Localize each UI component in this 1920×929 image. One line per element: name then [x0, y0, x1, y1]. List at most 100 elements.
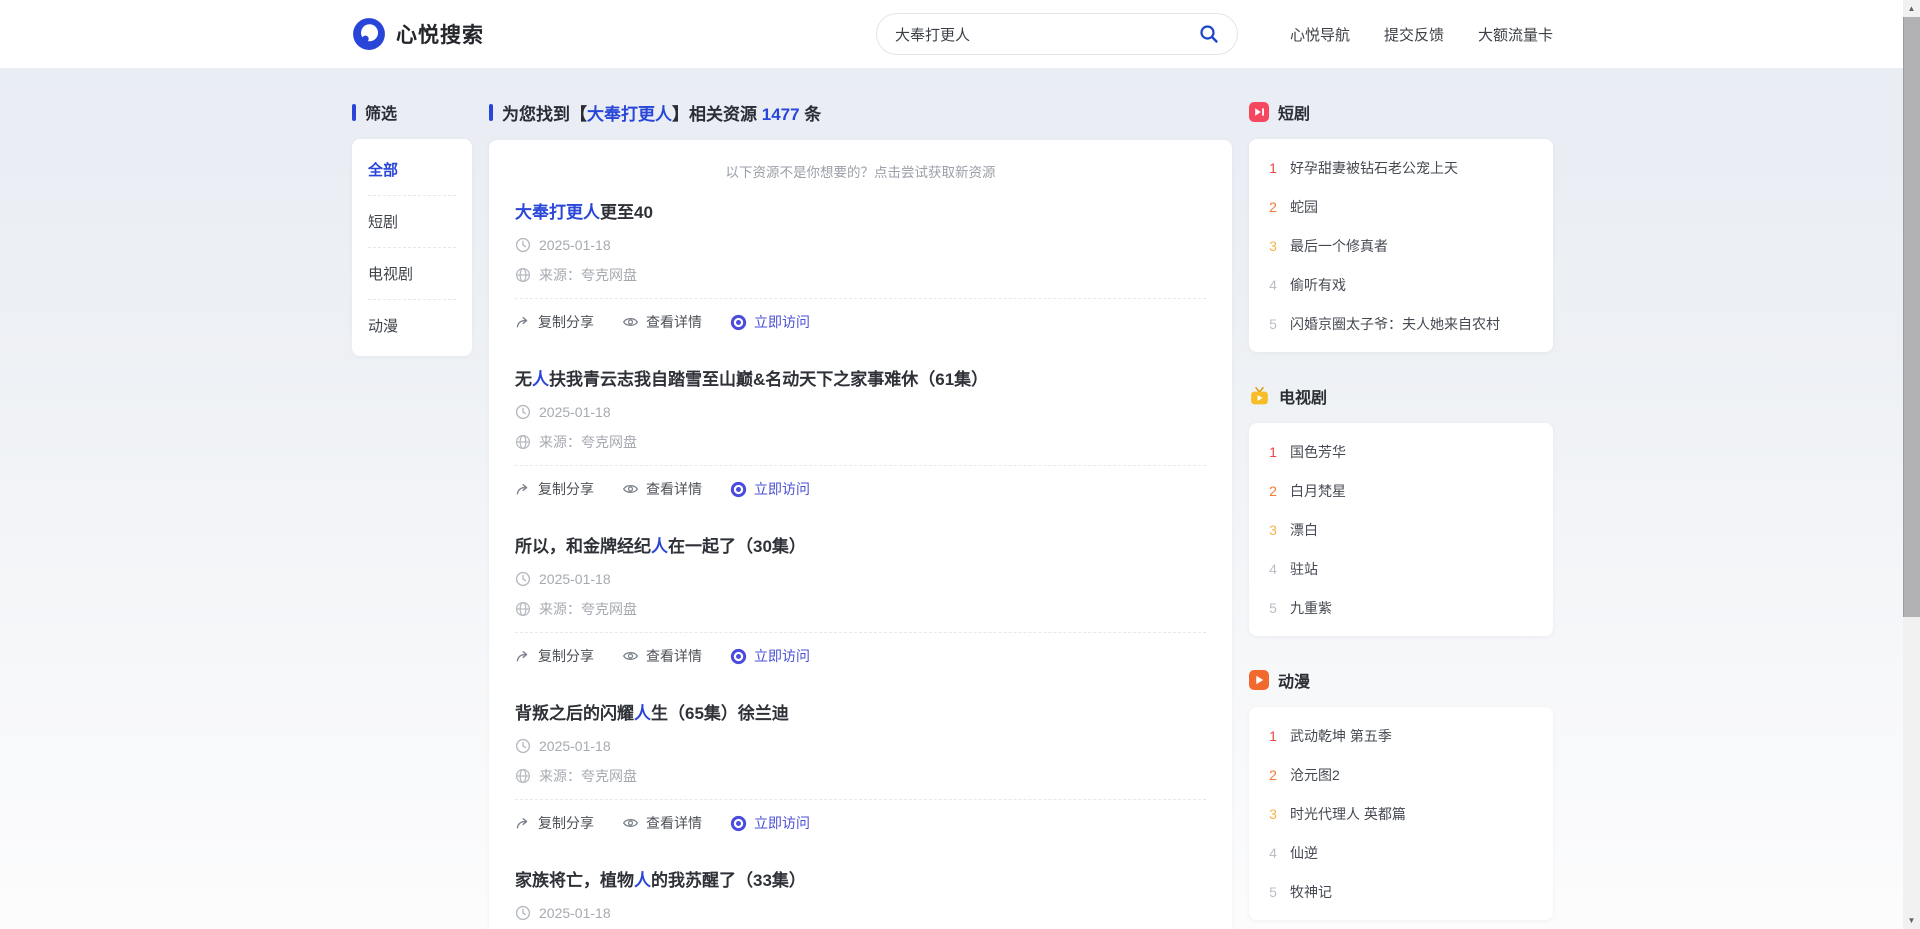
- rank-number: 2: [1267, 483, 1279, 499]
- ranking-item[interactable]: 2 沧元图2: [1267, 755, 1535, 794]
- ranking-section-title: 短剧: [1249, 100, 1553, 124]
- ranking-item-title: 白月梵星: [1290, 481, 1346, 501]
- filter-item[interactable]: 动漫: [368, 299, 456, 351]
- copy-share-button[interactable]: 复制分享: [515, 312, 594, 332]
- result-title[interactable]: 家族将亡，植物人的我苏醒了（33集）: [515, 869, 1206, 893]
- eye-icon: [622, 314, 639, 330]
- brand-logo[interactable]: 心悦搜索: [352, 17, 484, 51]
- copy-share-button[interactable]: 复制分享: [515, 813, 594, 833]
- results-heading-keyword: 大奉打更人: [587, 105, 672, 124]
- view-details-button[interactable]: 查看详情: [622, 479, 702, 499]
- result-actions: 复制分享 查看详情 立即访问: [515, 799, 1206, 833]
- ranking-list: 1 好孕甜妻被钻石老公宠上天 2 蛇园 3 最后一个修真者 4 偷听有戏 5 闪…: [1249, 139, 1553, 352]
- result-title[interactable]: 无人扶我青云志我自踏雪至山巅&名动天下之家事难休（61集）: [515, 368, 1206, 392]
- ranking-section-title: 动漫: [1249, 668, 1553, 692]
- search-bar: [876, 13, 1238, 55]
- ranking-item[interactable]: 4 驻站: [1267, 549, 1535, 588]
- view-details-button[interactable]: 查看详情: [622, 813, 702, 833]
- ranking-item-title: 好孕甜妻被钻石老公宠上天: [1290, 158, 1458, 178]
- filter-item[interactable]: 电视剧: [368, 247, 456, 299]
- eye-icon: [622, 815, 639, 831]
- header: 心悦搜索 心悦导航 提交反馈 大额流量卡: [0, 0, 1920, 68]
- ranking-item-title: 偷听有戏: [1290, 275, 1346, 295]
- result-date: 2025-01-18: [515, 905, 1206, 921]
- search-button[interactable]: [1195, 20, 1223, 48]
- ranking-section-short-drama: 短剧 1 好孕甜妻被钻石老公宠上天 2 蛇园 3 最后一个修真者 4 偷听有戏 …: [1249, 100, 1553, 352]
- scroll-down-arrow[interactable]: ▼: [1903, 912, 1920, 929]
- search-input[interactable]: [895, 26, 1195, 43]
- nav-link-feedback[interactable]: 提交反馈: [1384, 24, 1444, 45]
- ranking-item[interactable]: 2 白月梵星: [1267, 471, 1535, 510]
- filter-item[interactable]: 全部: [368, 144, 456, 195]
- visit-now-button[interactable]: 立即访问: [730, 646, 810, 666]
- rank-number: 4: [1267, 277, 1279, 293]
- nav-link-navigation[interactable]: 心悦导航: [1290, 24, 1350, 45]
- quark-circle-icon: [730, 648, 747, 665]
- ranking-item[interactable]: 1 武动乾坤 第五季: [1267, 716, 1535, 755]
- result-actions: 复制分享 查看详情 立即访问: [515, 298, 1206, 332]
- results-count: 1477: [762, 105, 800, 124]
- result-item: 背叛之后的闪耀人生（65集）徐兰迪 2025-01-18 来源：夸克网盘: [515, 684, 1206, 851]
- nav-link-data-card[interactable]: 大额流量卡: [1478, 24, 1553, 45]
- ranking-item[interactable]: 1 国色芳华: [1267, 432, 1535, 471]
- rankings-column: 短剧 1 好孕甜妻被钻石老公宠上天 2 蛇园 3 最后一个修真者 4 偷听有戏 …: [1249, 68, 1553, 929]
- filter-column: 筛选 全部短剧电视剧动漫: [352, 68, 472, 929]
- scroll-up-arrow[interactable]: ▲: [1903, 0, 1920, 17]
- rank-number: 2: [1267, 767, 1279, 783]
- ranking-item[interactable]: 1 好孕甜妻被钻石老公宠上天: [1267, 148, 1535, 187]
- result-title[interactable]: 背叛之后的闪耀人生（65集）徐兰迪: [515, 702, 1206, 726]
- ranking-item[interactable]: 3 最后一个修真者: [1267, 226, 1535, 265]
- globe-icon: [515, 768, 531, 784]
- copy-share-button[interactable]: 复制分享: [515, 646, 594, 666]
- result-date: 2025-01-18: [515, 237, 1206, 253]
- ranking-item[interactable]: 3 时光代理人 英都篇: [1267, 794, 1535, 833]
- copy-share-button[interactable]: 复制分享: [515, 479, 594, 499]
- ranking-item[interactable]: 5 九重紫: [1267, 588, 1535, 627]
- ranking-item[interactable]: 2 蛇园: [1267, 187, 1535, 226]
- ranking-item[interactable]: 5 闪婚京圈太子爷：夫人她来自农村: [1267, 304, 1535, 343]
- globe-icon: [515, 434, 531, 450]
- rank-number: 4: [1267, 561, 1279, 577]
- share-icon: [515, 815, 531, 831]
- rank-number: 1: [1267, 160, 1279, 176]
- rank-number: 5: [1267, 884, 1279, 900]
- rank-number: 5: [1267, 316, 1279, 332]
- results-card: 以下资源不是你想要的？点击尝试获取新资源 大奉打更人更至40 2025-01-1…: [489, 140, 1232, 929]
- quark-circle-icon: [730, 314, 747, 331]
- ranking-item[interactable]: 4 仙逆: [1267, 833, 1535, 872]
- rank-number: 2: [1267, 199, 1279, 215]
- ranking-item-title: 国色芳华: [1290, 442, 1346, 462]
- visit-now-button[interactable]: 立即访问: [730, 312, 810, 332]
- result-actions: 复制分享 查看详情 立即访问: [515, 465, 1206, 499]
- view-details-button[interactable]: 查看详情: [622, 312, 702, 332]
- result-item: 所以，和金牌经纪人在一起了（30集） 2025-01-18 来源：夸克网盘: [515, 517, 1206, 684]
- refresh-resources-link[interactable]: 以下资源不是你想要的？点击尝试获取新资源: [515, 144, 1206, 183]
- ranking-item-title: 蛇园: [1290, 197, 1318, 217]
- view-details-button[interactable]: 查看详情: [622, 646, 702, 666]
- anime-icon: [1249, 670, 1269, 690]
- result-title[interactable]: 大奉打更人更至40: [515, 201, 1206, 225]
- search-icon: [1198, 23, 1220, 45]
- ranking-item-title: 九重紫: [1290, 598, 1332, 618]
- ranking-item[interactable]: 4 偷听有戏: [1267, 265, 1535, 304]
- brand-logo-icon: [352, 17, 386, 51]
- filter-item[interactable]: 短剧: [368, 195, 456, 247]
- ranking-item-title: 沧元图2: [1290, 765, 1340, 785]
- ranking-item[interactable]: 3 漂白: [1267, 510, 1535, 549]
- visit-now-button[interactable]: 立即访问: [730, 479, 810, 499]
- rank-number: 1: [1267, 444, 1279, 460]
- quark-circle-icon: [730, 815, 747, 832]
- result-list: 大奉打更人更至40 2025-01-18 来源：夸克网盘 复制分享: [515, 183, 1206, 929]
- result-title[interactable]: 所以，和金牌经纪人在一起了（30集）: [515, 535, 1206, 559]
- result-date: 2025-01-18: [515, 571, 1206, 587]
- clock-icon: [515, 738, 531, 754]
- result-source: 来源：夸克网盘: [515, 432, 1206, 452]
- clock-icon: [515, 905, 531, 921]
- result-date: 2025-01-18: [515, 738, 1206, 754]
- visit-now-button[interactable]: 立即访问: [730, 813, 810, 833]
- scrollbar[interactable]: ▲ ▼: [1903, 0, 1920, 929]
- ranking-item[interactable]: 5 牧神记: [1267, 872, 1535, 911]
- scrollbar-thumb[interactable]: [1903, 17, 1920, 617]
- ranking-section-tv: 电视剧 1 国色芳华 2 白月梵星 3 漂白 4 驻站 5 九重紫: [1249, 384, 1553, 636]
- tv-icon: [1249, 386, 1270, 406]
